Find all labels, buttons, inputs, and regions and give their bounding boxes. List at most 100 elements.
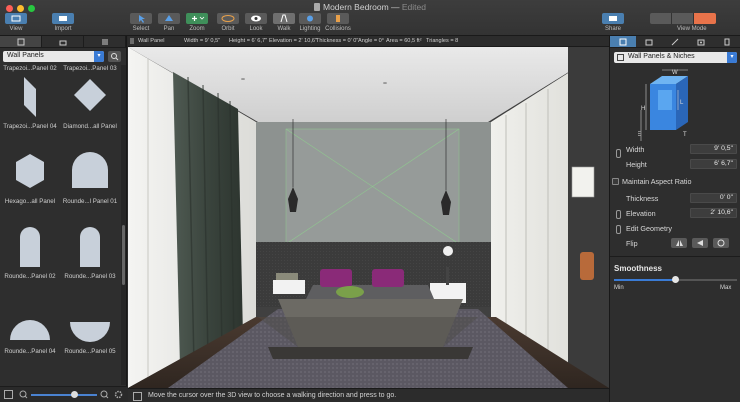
- lock-proportions-icon[interactable]: [616, 149, 621, 158]
- dimension-diagram: W H E L T: [638, 69, 688, 141]
- tab-scene[interactable]: [714, 36, 740, 47]
- half-circle-icon: [70, 322, 110, 342]
- pan-tool-button[interactable]: Pan: [155, 13, 183, 32]
- info-thickness: Thickness = 0' 0": [316, 38, 359, 44]
- list-item[interactable]: Diamond...all Panel: [60, 75, 120, 130]
- 3d-viewport[interactable]: [128, 47, 609, 388]
- flip-rotate-button[interactable]: [713, 238, 729, 248]
- library-search-button[interactable]: [108, 51, 121, 62]
- bedroom-3d-render: [128, 47, 609, 388]
- tab-object[interactable]: [610, 36, 636, 47]
- zoom-out-icon[interactable]: [19, 390, 28, 399]
- look-label: Look: [249, 26, 263, 32]
- panel-icon: [617, 54, 624, 61]
- chevron-down-icon: ▾: [94, 51, 104, 62]
- list-item[interactable]: Rounde...Panel 02: [0, 225, 60, 280]
- lock-elevation-icon[interactable]: [616, 210, 621, 219]
- object-type-select[interactable]: Wall Panels & Niches ▾: [614, 52, 737, 63]
- hexagon-icon: [16, 154, 44, 188]
- thickness-field[interactable]: 0' 0": [690, 193, 737, 203]
- camera-icon: [697, 39, 705, 45]
- gear-icon[interactable]: [114, 390, 123, 399]
- list-item[interactable]: Trapezoi...Panel 02: [0, 65, 60, 72]
- walk-tool-button[interactable]: Walk: [270, 13, 298, 32]
- item-label: Trapezoi...Panel 03: [63, 65, 117, 72]
- smoothness-slider[interactable]: [614, 276, 737, 283]
- view-mode-2d-button[interactable]: [650, 13, 672, 24]
- width-field[interactable]: 9' 0,5": [690, 144, 737, 154]
- height-label: Height: [626, 160, 647, 169]
- half-circle-icon: [10, 320, 50, 340]
- item-label: Rounde...Panel 03: [64, 273, 116, 280]
- box-icon: [645, 39, 653, 45]
- orbit-label: Orbit: [221, 26, 235, 32]
- collisions-button[interactable]: Collisions: [324, 13, 352, 32]
- zoom-label: Zoom: [189, 26, 205, 32]
- gallery-scrollbar[interactable]: [121, 65, 126, 385]
- flip-label: Flip: [626, 239, 638, 248]
- import-button[interactable]: Import: [49, 13, 77, 32]
- orbit-tool-button[interactable]: Orbit: [214, 13, 242, 32]
- cube-icon: [619, 38, 627, 45]
- list-icon: [101, 39, 108, 44]
- list-item[interactable]: Rounde...Panel 04: [0, 300, 60, 355]
- item-label: Hexago...all Panel: [4, 198, 56, 205]
- zoom-in-icon[interactable]: [100, 390, 109, 399]
- width-label: Width: [626, 145, 645, 154]
- furniture-icon: [59, 40, 66, 45]
- lock-geometry-icon[interactable]: [616, 225, 621, 234]
- list-item[interactable]: Trapezoi...Panel 03: [60, 65, 120, 72]
- view-mode-split-button[interactable]: [672, 13, 694, 24]
- list-item[interactable]: Rounde...l Panel 01: [60, 150, 120, 205]
- smoothness-title: Smoothness: [614, 264, 663, 273]
- list-item[interactable]: Rounde...Panel 03: [60, 225, 120, 280]
- thumbnail-size-slider[interactable]: [31, 391, 97, 398]
- library-sidebar: Wall Panels ▾ Trapezoi...Panel 02 Trapez…: [0, 36, 127, 402]
- maintain-aspect-checkbox[interactable]: [612, 178, 619, 185]
- chevron-down-icon: ▾: [727, 52, 737, 63]
- info-height: Height = 6' 6,7": [229, 38, 268, 44]
- elevation-label: Elevation: [626, 209, 656, 218]
- smoothness-min-label: Min: [614, 285, 624, 291]
- view-button[interactable]: View: [2, 13, 30, 32]
- item-label: Rounde...Panel 05: [64, 348, 116, 355]
- lighting-label: Lighting: [299, 26, 321, 32]
- arch-wide-icon: [72, 152, 108, 188]
- tab-library[interactable]: [0, 36, 42, 47]
- select-tool-button[interactable]: Select: [127, 13, 155, 32]
- collisions-label: Collisions: [325, 26, 351, 32]
- flip-vertical-button[interactable]: [692, 238, 708, 248]
- status-bar: Move the cursor over the 3D view to choo…: [128, 388, 609, 402]
- view-mode-3d-button[interactable]: [694, 13, 716, 24]
- look-tool-button[interactable]: Look: [242, 13, 270, 32]
- maintain-aspect-label: Maintain Aspect Ratio: [622, 177, 692, 186]
- diagram-w-label: W: [672, 70, 678, 76]
- list-item[interactable]: Rounde...Panel 05: [60, 300, 120, 355]
- photo-icon[interactable]: [4, 390, 13, 399]
- edit-geometry-button[interactable]: Edit Geometry: [626, 224, 672, 233]
- lighting-button[interactable]: Lighting: [296, 13, 324, 32]
- height-field[interactable]: 6' 6,7": [690, 159, 737, 169]
- flip-horizontal-button[interactable]: [671, 238, 687, 248]
- smoothness-max-label: Max: [720, 285, 732, 291]
- info-angle: Angle = 0°: [358, 38, 385, 44]
- tab-materials[interactable]: [42, 36, 84, 47]
- elevation-field[interactable]: 2' 10,6": [690, 208, 737, 218]
- sidebar-toggle-icon[interactable]: [130, 38, 136, 44]
- item-label: Rounde...l Panel 01: [62, 198, 118, 205]
- view-mode-segmented-control: [650, 13, 716, 24]
- tab-camera[interactable]: [688, 36, 714, 47]
- tab-materials[interactable]: [662, 36, 688, 47]
- list-item[interactable]: Trapezoi...Panel 04: [0, 75, 60, 130]
- list-item[interactable]: Hexago...all Panel: [0, 150, 60, 205]
- tab-list[interactable]: [84, 36, 126, 47]
- zoom-tool-button[interactable]: Zoom: [183, 13, 211, 32]
- object-type-value: Wall Panels & Niches: [628, 53, 695, 60]
- window-title: Modern Bedroom — Edited: [0, 2, 740, 12]
- diagram-t-label: T: [683, 132, 687, 138]
- brush-icon: [671, 38, 679, 45]
- tab-transform[interactable]: [636, 36, 662, 47]
- library-category-select[interactable]: Wall Panels ▾: [3, 51, 104, 62]
- share-button[interactable]: Share: [599, 13, 627, 32]
- diagram-h-label: H: [641, 106, 645, 112]
